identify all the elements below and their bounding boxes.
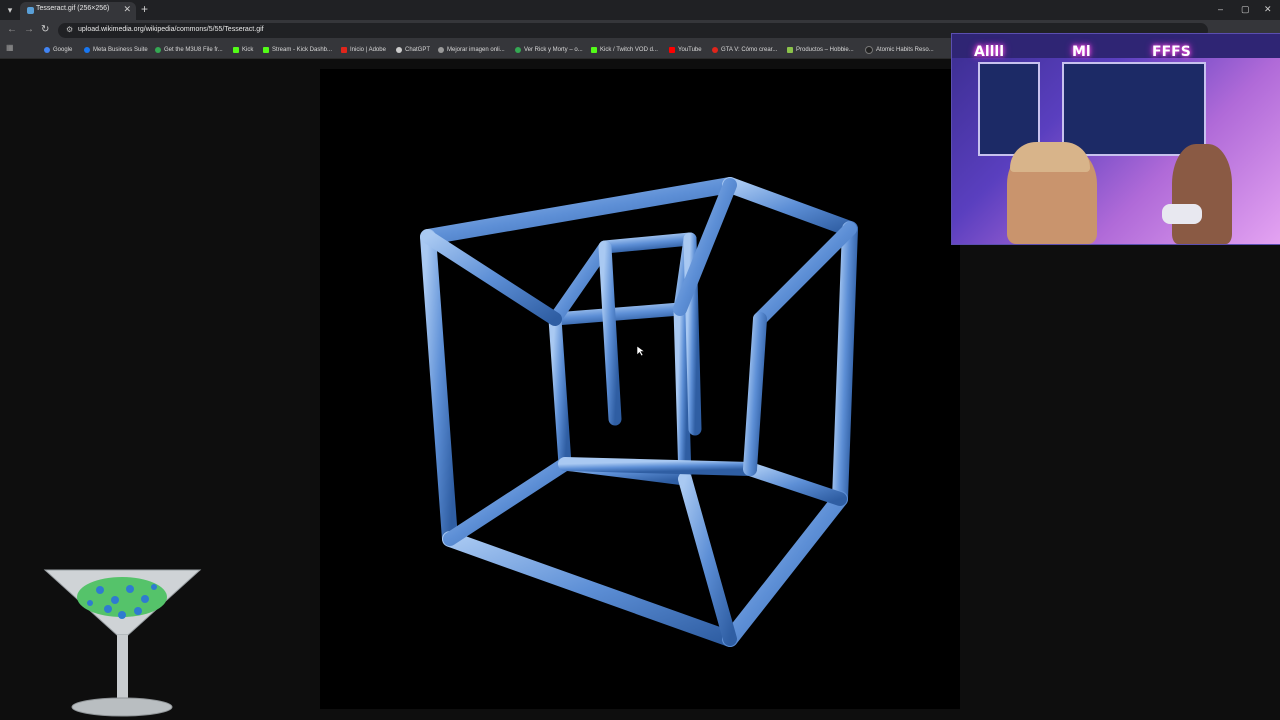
meta-icon [84, 47, 90, 53]
tab-strip: ▾ Tesseract.gif (256×256) ✕ + – ▢ ✕ [0, 0, 1280, 20]
bookmark-label: Meta Business Suite [93, 47, 148, 53]
close-window-button[interactable]: ✕ [1264, 2, 1272, 16]
kick-icon [591, 47, 597, 53]
youtube-icon [669, 47, 675, 53]
bookmark-label: Mejorar imagen onli... [447, 47, 505, 53]
tab-search-icon[interactable]: ▾ [3, 3, 17, 17]
bookmark-label: Google [53, 47, 73, 53]
google-icon [44, 47, 50, 53]
tab-tesseract[interactable]: Tesseract.gif (256×256) ✕ [20, 2, 136, 20]
back-button[interactable]: ← [7, 23, 17, 37]
cap [1010, 142, 1090, 172]
bookmark-rick-morty[interactable]: Ver Rick y Morty – o... [515, 45, 583, 55]
bookmark-kick-dashboard[interactable]: Stream - Kick Dashb... [263, 45, 332, 55]
bookmark-chatgpt[interactable]: ChatGPT [396, 45, 430, 55]
tab-title: Tesseract.gif (256×256) [36, 5, 110, 12]
shop-icon [787, 47, 793, 53]
microphone [1162, 204, 1202, 224]
m3u8-icon [155, 47, 161, 53]
kick-icon [233, 47, 239, 53]
webcam-overlay: Allll Ml FFFS [951, 33, 1280, 245]
adobe-icon [341, 47, 347, 53]
reload-button[interactable]: ↻ [41, 23, 49, 37]
bookmark-gta[interactable]: GTA V: Cómo crear... [712, 45, 777, 55]
screen: ▾ Tesseract.gif (256×256) ✕ + – ▢ ✕ ← → … [0, 0, 1280, 720]
bookmark-label: Get the M3U8 File fr... [164, 47, 223, 53]
atomic-habits-icon [865, 46, 873, 54]
tesseract-image[interactable] [320, 69, 960, 709]
neon-sign-left: Allll [974, 44, 1005, 60]
bookmark-label: ChatGPT [405, 47, 431, 53]
neon-sign-middle: Ml [1072, 44, 1091, 60]
site-info-icon[interactable]: ⚙ [66, 25, 73, 34]
bookmark-kick[interactable]: Kick [233, 45, 253, 55]
bookmark-label: Atomic Habits Reso... [876, 47, 934, 53]
bookmark-vod[interactable]: Kick / Twitch VOD d... [591, 45, 658, 55]
bookmark-mejorar-imagen[interactable]: Mejorar imagen onli... [438, 45, 505, 55]
window-pane [1062, 62, 1206, 156]
bookmark-meta[interactable]: Meta Business Suite [84, 45, 148, 55]
chatgpt-icon [396, 47, 402, 53]
bookmark-label: Inicio | Adobe [350, 47, 386, 53]
apps-grid-icon[interactable]: ▦ [6, 44, 14, 52]
bookmark-label: Kick [242, 47, 254, 53]
rick-morty-icon [515, 47, 521, 53]
new-tab-button[interactable]: + [141, 1, 148, 17]
bookmark-productos[interactable]: Productos – Hobbie... [787, 45, 854, 55]
bookmark-label: Stream - Kick Dashb... [272, 47, 333, 53]
bookmark-label: YouTube [678, 47, 702, 53]
neon-sign-right: FFFS [1152, 44, 1191, 60]
forward-button[interactable]: → [24, 23, 34, 37]
minimize-button[interactable]: – [1218, 2, 1223, 16]
bookmark-adobe[interactable]: Inicio | Adobe [341, 45, 386, 55]
bookmark-label: Productos – Hobbie... [796, 47, 854, 53]
mouse-cursor-icon [636, 345, 646, 357]
bookmark-label: Ver Rick y Morty – o... [524, 47, 583, 53]
bookmark-google[interactable]: Google [44, 45, 72, 55]
kick-icon [263, 47, 269, 53]
tab-favicon-icon [27, 7, 34, 14]
bookmark-atomic-habits[interactable]: Atomic Habits Reso... [865, 45, 934, 55]
martini-glass-icon [43, 569, 202, 717]
tesseract-graphic [420, 177, 858, 647]
globe-icon [438, 47, 444, 53]
maximize-button[interactable]: ▢ [1241, 2, 1250, 16]
bookmark-label: GTA V: Cómo crear... [721, 47, 778, 53]
guest-avatar [1172, 144, 1232, 244]
tab-close-icon[interactable]: ✕ [123, 4, 131, 15]
bookmark-youtube[interactable]: YouTube [669, 45, 702, 55]
bookmark-label: Kick / Twitch VOD d... [600, 47, 658, 53]
gta-icon [712, 47, 718, 53]
bookmark-m3u8[interactable]: Get the M3U8 File fr... [155, 45, 223, 55]
url-text: upload.wikimedia.org/wikipedia/commons/5… [78, 26, 264, 33]
